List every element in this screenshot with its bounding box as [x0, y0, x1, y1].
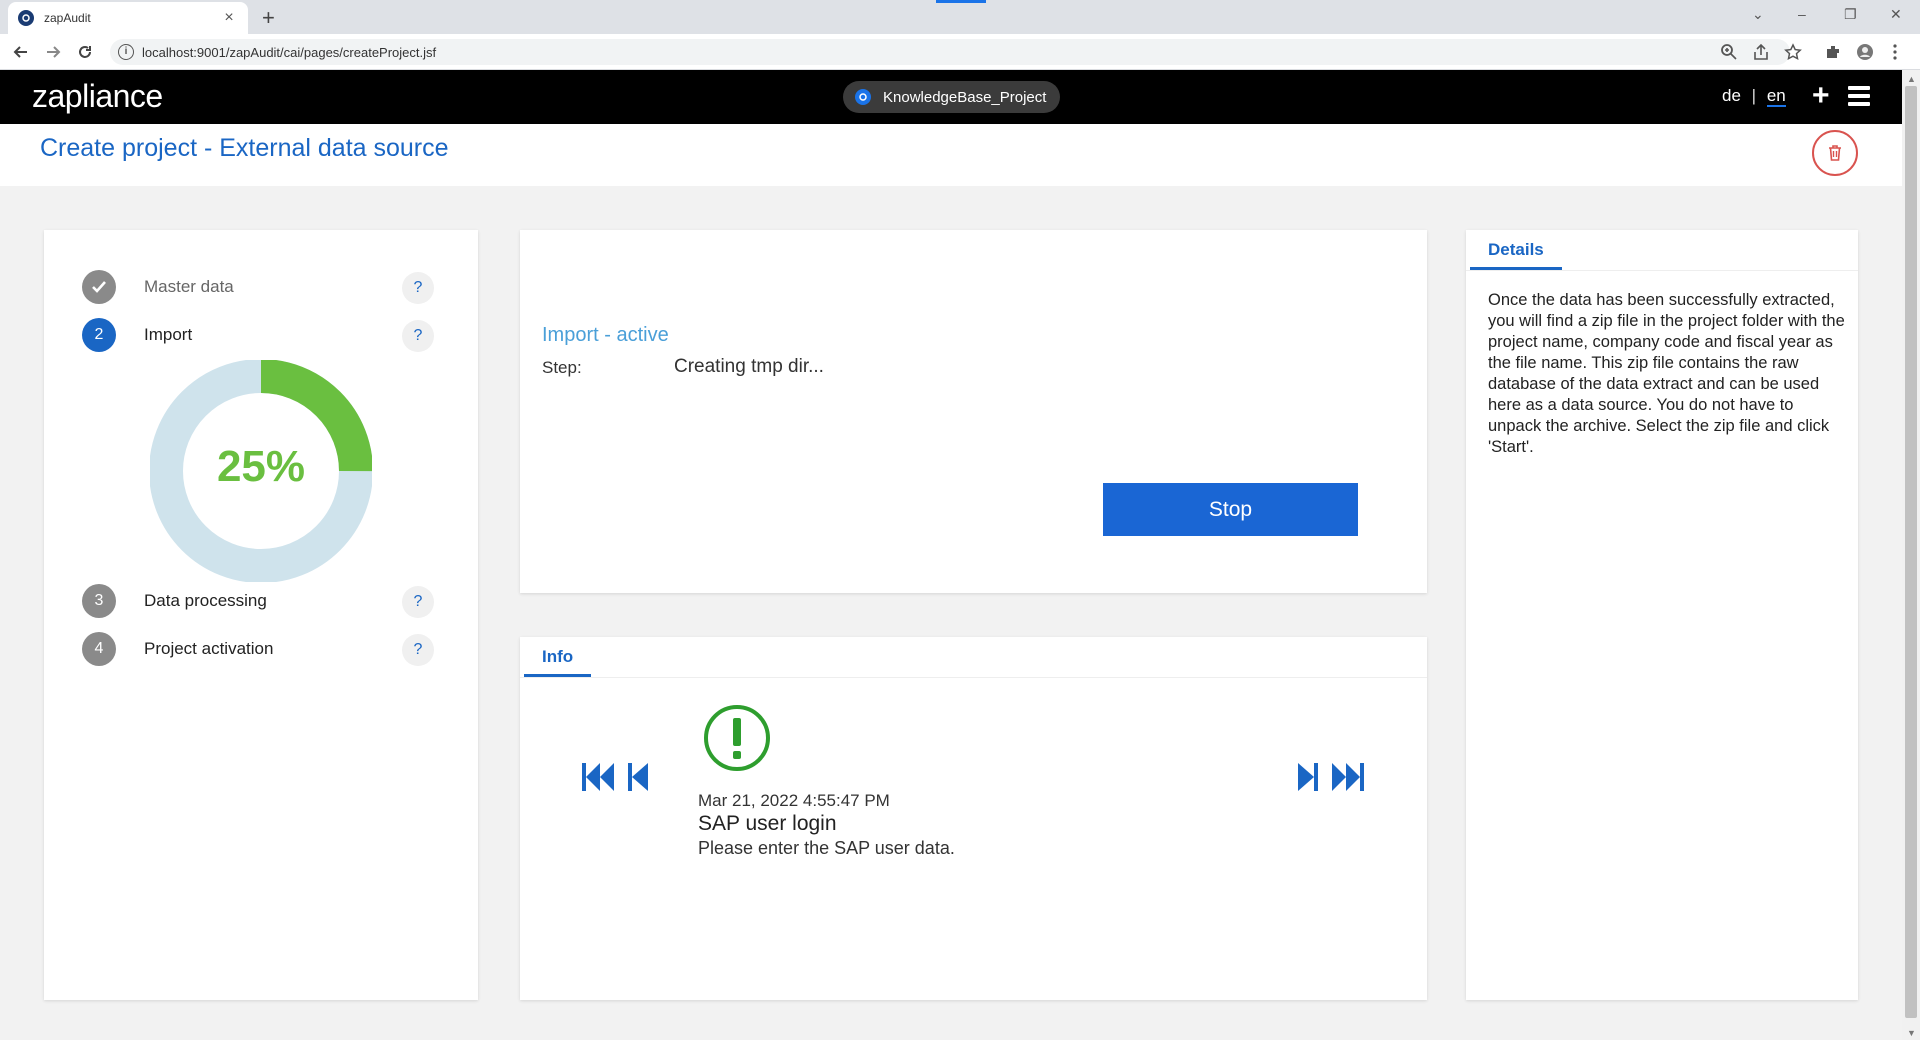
minimize-icon[interactable]: – — [1798, 6, 1806, 22]
scroll-thumb[interactable] — [1905, 86, 1917, 1018]
window-indicator — [936, 0, 986, 3]
step-number: 4 — [82, 632, 116, 666]
scroll-up-icon[interactable]: ▲ — [1907, 74, 1916, 84]
tab-close-icon[interactable]: × — [220, 9, 238, 27]
message-body: Please enter the SAP user data. — [698, 838, 955, 858]
tab-title: zapAudit — [44, 11, 91, 25]
zapaudit-favicon-icon — [18, 10, 34, 26]
bookmark-star-icon[interactable] — [1784, 43, 1802, 61]
restore-icon[interactable]: ❐ — [1844, 6, 1857, 23]
help-button[interactable]: ? — [402, 586, 434, 618]
tab-divider — [1466, 270, 1858, 271]
step-number: 2 — [82, 318, 116, 352]
help-button[interactable]: ? — [402, 634, 434, 666]
details-panel: Details Once the data has been successfu… — [1466, 230, 1858, 1000]
step-value: Creating tmp dir... — [674, 356, 824, 377]
step-data-processing[interactable]: 3 Data processing ? — [82, 584, 442, 620]
zoom-icon[interactable] — [1720, 43, 1738, 61]
browser-toolbar: i localhost:9001/zapAudit/cai/pages/crea… — [0, 34, 1920, 70]
hamburger-menu-icon[interactable] — [1848, 86, 1870, 106]
share-icon[interactable] — [1752, 43, 1770, 61]
scroll-down-icon[interactable]: ▼ — [1907, 1028, 1916, 1038]
reload-icon[interactable] — [76, 43, 94, 61]
forward-icon[interactable] — [44, 43, 62, 61]
back-icon[interactable] — [12, 43, 30, 61]
tab-details[interactable]: Details — [1470, 230, 1562, 270]
address-bar[interactable]: i localhost:9001/zapAudit/cai/pages/crea… — [110, 39, 1790, 65]
step-project-activation[interactable]: 4 Project activation ? — [82, 632, 442, 668]
import-status-panel: Import - active Step: Creating tmp dir..… — [520, 230, 1427, 593]
app-header: zapliance KnowledgeBase_Project de | en … — [0, 70, 1902, 124]
browser-tab[interactable]: zapAudit × — [8, 2, 248, 34]
next-last-message-icons[interactable] — [1296, 761, 1366, 793]
extensions-icon[interactable] — [1824, 43, 1842, 61]
step-label: Project activation — [144, 639, 274, 658]
stop-button[interactable]: Stop — [1103, 483, 1358, 536]
url-text: localhost:9001/zapAudit/cai/pages/create… — [142, 45, 437, 60]
language-switcher: de | en — [1722, 86, 1786, 107]
step-label: Data processing — [144, 591, 267, 610]
browser-menu-icon[interactable] — [1886, 43, 1904, 61]
trash-icon — [1829, 145, 1841, 161]
add-icon[interactable]: + — [1812, 81, 1830, 111]
project-selector[interactable]: KnowledgeBase_Project — [843, 81, 1060, 113]
message-title: SAP user login — [698, 812, 837, 835]
project-icon — [855, 89, 871, 105]
page-title: Create project - External data source — [40, 134, 449, 162]
page-scrollbar[interactable]: ▲ ▼ — [1902, 70, 1920, 1040]
tab-search-icon[interactable]: ⌄ — [1752, 6, 1764, 23]
details-text: Once the data has been successfully extr… — [1488, 291, 1845, 456]
browser-tabstrip: zapAudit × + ⌄ – ❐ ✕ — [0, 0, 1920, 34]
step-label: Master data — [144, 277, 234, 296]
zapliance-logo[interactable]: zapliance — [32, 78, 163, 115]
step-import[interactable]: 2 Import ? — [82, 318, 442, 354]
title-bar: Create project - External data source — [0, 124, 1902, 186]
help-button[interactable]: ? — [402, 320, 434, 352]
status-title: Import - active — [542, 324, 669, 346]
step-master-data[interactable]: Master data ? — [82, 270, 442, 306]
step-key: Step: — [542, 358, 582, 377]
checkmark-icon — [82, 270, 116, 304]
message-date: Mar 21, 2022 4:55:47 PM — [698, 791, 890, 810]
first-prev-message-icons[interactable] — [580, 761, 650, 793]
new-tab-icon[interactable]: + — [262, 5, 275, 31]
help-button[interactable]: ? — [402, 272, 434, 304]
exclamation-circle-icon — [704, 705, 770, 771]
lang-en[interactable]: en — [1766, 86, 1786, 107]
delete-button[interactable] — [1812, 130, 1858, 176]
tab-divider — [520, 677, 1427, 678]
project-name: KnowledgeBase_Project — [883, 88, 1047, 106]
progress-label: 25% — [216, 442, 306, 491]
lang-de[interactable]: de — [1722, 86, 1741, 105]
site-info-icon[interactable]: i — [118, 44, 134, 60]
tab-info[interactable]: Info — [524, 637, 592, 677]
step-label: Import — [144, 325, 193, 344]
lang-separator: | — [1751, 86, 1757, 105]
steps-panel: Master data ? 2 Import ? 25% 3 Data proc… — [44, 230, 478, 1000]
window-close-icon[interactable]: ✕ — [1890, 6, 1902, 23]
step-number: 3 — [82, 584, 116, 618]
info-panel: Info Mar 21, 2022 4:55:47 PM SAP user lo… — [520, 637, 1427, 1000]
profile-icon[interactable] — [1856, 43, 1874, 61]
